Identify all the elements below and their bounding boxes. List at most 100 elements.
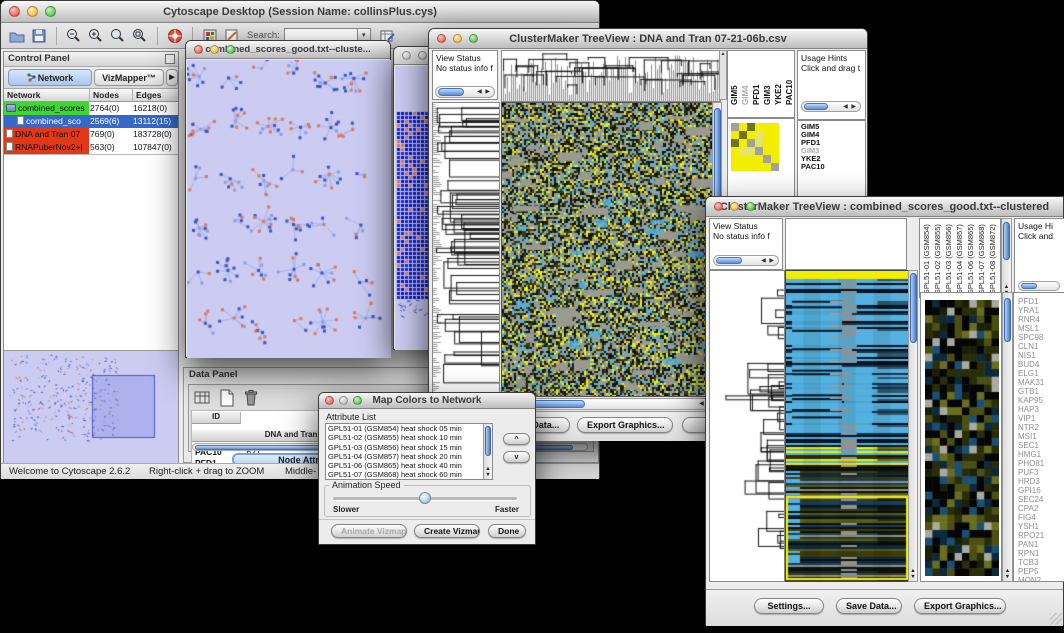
column-label[interactable]: GIM5 <box>730 53 741 105</box>
close-button[interactable] <box>402 51 411 60</box>
minimize-button[interactable] <box>418 51 427 60</box>
gene-label[interactable]: YRA1 <box>1018 306 1064 315</box>
gene-label[interactable]: SEC24 <box>1018 495 1064 504</box>
attribute-item[interactable]: GPL51-06 (GSM865) heat shock 40 min <box>326 461 492 470</box>
column-label[interactable]: GPL51-02 (GSM855) <box>933 221 944 295</box>
row-label[interactable]: PAC10 <box>801 163 825 171</box>
view-status-scrollbar[interactable]: ◀ ▶ <box>713 255 779 266</box>
scroll-thumb[interactable] <box>485 426 491 456</box>
attribute-item[interactable]: GPL51-04 (GSM857) heat shock 20 min <box>326 452 492 461</box>
scroll-arrows[interactable]: ◀ ▶ <box>761 257 775 266</box>
gene-label[interactable]: PFD1 <box>1018 297 1064 306</box>
column-label[interactable]: GPL51-08 (GSM872) <box>988 221 999 295</box>
gene-label[interactable]: SPC98 <box>1018 333 1064 342</box>
minimize-button[interactable] <box>730 202 739 211</box>
heatmap-vscrollbar[interactable]: ▲▼ <box>908 270 918 582</box>
gene-label[interactable]: FIG4 <box>1018 513 1064 522</box>
move-down-button[interactable]: v <box>503 451 530 463</box>
gene-label[interactable]: GTB1 <box>1018 387 1064 396</box>
usage-hints-scrollbar[interactable] <box>1018 281 1060 291</box>
col-edges[interactable]: Edges <box>133 89 178 102</box>
animate-vizmap-button[interactable]: Animate Vizmap <box>331 524 407 538</box>
minimize-button[interactable] <box>339 396 348 405</box>
tab-network[interactable]: Network <box>8 69 92 86</box>
zoom-out-icon[interactable] <box>63 26 85 46</box>
move-up-button[interactable]: ^ <box>503 433 530 445</box>
scroll-thumb[interactable] <box>1004 298 1011 342</box>
column-label[interactable]: GPL51-07 (GSM868) <box>977 221 988 295</box>
zoom-fit-icon[interactable] <box>129 26 151 46</box>
scroll-thumb[interactable] <box>804 103 828 110</box>
close-button[interactable] <box>194 45 203 54</box>
zoom-heatmap[interactable] <box>925 300 999 576</box>
resize-grip[interactable] <box>1050 613 1062 625</box>
minimize-button[interactable] <box>27 6 38 17</box>
export-graphics-button[interactable]: Export Graphics... <box>914 598 1006 614</box>
heatmap-main[interactable] <box>785 270 909 582</box>
gene-label[interactable]: VIP1 <box>1018 414 1064 423</box>
done-button[interactable]: Done <box>488 524 526 538</box>
zoom-button[interactable] <box>45 6 56 17</box>
zoom-button[interactable] <box>746 202 755 211</box>
zoom-in-icon[interactable] <box>85 26 107 46</box>
minimize-button[interactable] <box>453 34 462 43</box>
row-dendrogram[interactable] <box>709 270 785 582</box>
gene-label[interactable]: TCB3 <box>1018 558 1064 567</box>
dendrogram-scroll-strip[interactable]: ▲ <box>719 50 727 100</box>
column-label[interactable]: GPL51-01 (GSM854) <box>922 221 933 295</box>
tab-overflow-icon[interactable]: ▶ <box>166 69 178 86</box>
heatmap-main[interactable] <box>501 102 713 397</box>
scroll-thumb[interactable] <box>716 257 742 264</box>
attribute-item[interactable]: GPL51-07 (GSM868) heat shock 60 min <box>326 470 492 479</box>
column-dendrogram[interactable] <box>501 50 721 102</box>
save-data-button[interactable]: Save Data... <box>836 598 902 614</box>
close-button[interactable] <box>9 6 20 17</box>
column-label[interactable]: GPL51-04 (GSM857) <box>955 221 966 295</box>
create-vizmap-button[interactable]: Create Vizmap <box>414 524 480 538</box>
column-label[interactable]: YKE2 <box>774 53 785 105</box>
attribute-item[interactable]: GPL51-03 (GSM856) heat shock 15 min <box>326 443 492 452</box>
gene-label[interactable]: HRD3 <box>1018 477 1064 486</box>
attribute-item[interactable]: GPL51-02 (GSM855) heat shock 10 min <box>326 433 492 442</box>
settings-button[interactable]: Settings... <box>754 598 824 614</box>
gene-label[interactable]: NTR2 <box>1018 423 1064 432</box>
network-canvas[interactable] <box>187 60 391 358</box>
main-title-bar[interactable]: Cytoscape Desktop (Session Name: collins… <box>1 1 599 23</box>
treeview2-title-bar[interactable]: ClusterMaker TreeView : combined_scores_… <box>706 197 1063 217</box>
select-attributes-icon[interactable] <box>193 388 213 408</box>
close-button[interactable] <box>714 202 723 211</box>
column-label[interactable]: PFD1 <box>752 53 763 105</box>
open-file-icon[interactable] <box>6 26 28 46</box>
scroll-thumb[interactable] <box>1003 222 1010 260</box>
scroll-arrows[interactable]: ◀ ▶ <box>843 103 857 112</box>
zoom-heatmap-vscrollbar[interactable]: ▲▼ <box>1002 292 1013 582</box>
network-list-row[interactable]: RNAPuberNov2+| 563(0) 107847(0) <box>4 141 178 154</box>
column-label[interactable]: GIM3 <box>763 53 774 105</box>
column-label[interactable]: PAC10 <box>785 53 796 105</box>
gene-label[interactable]: RPN1 <box>1018 549 1064 558</box>
dialog-title-bar[interactable]: Map Colors to Network <box>319 393 535 409</box>
row-dendrogram[interactable] <box>432 102 500 397</box>
help-icon[interactable] <box>164 26 186 46</box>
scroll-arrows[interactable]: ▲▼ <box>484 466 492 478</box>
gene-label[interactable]: PAN1 <box>1018 540 1064 549</box>
scroll-arrows[interactable]: ▲▼ <box>1003 568 1012 580</box>
close-button[interactable] <box>325 396 334 405</box>
save-icon[interactable] <box>28 26 50 46</box>
network-list-row[interactable]: DNA and Tran 07 769(0) 183728(0) <box>4 128 178 141</box>
column-label[interactable]: GIM4 <box>741 53 752 105</box>
close-button[interactable] <box>437 34 446 43</box>
gene-label[interactable]: PEP5 <box>1018 567 1064 576</box>
network-list-row[interactable]: combined_scores 2764(0) 16218(0) <box>4 102 178 115</box>
column-labels-vscrollbar[interactable]: ▲▼ <box>1001 218 1012 298</box>
gene-label[interactable]: MSL1 <box>1018 324 1064 333</box>
animation-speed-slider[interactable] <box>333 497 517 500</box>
scroll-thumb[interactable] <box>438 88 464 96</box>
col-nodes[interactable]: Nodes <box>90 89 133 102</box>
gene-label[interactable]: CLN1 <box>1018 342 1064 351</box>
zoom-button[interactable] <box>226 45 235 54</box>
tab-vizmapper[interactable]: VizMapper™ <box>94 69 164 86</box>
gene-label[interactable]: RPO21 <box>1018 531 1064 540</box>
zoom-button[interactable] <box>469 34 478 43</box>
new-attribute-icon[interactable] <box>217 388 237 408</box>
